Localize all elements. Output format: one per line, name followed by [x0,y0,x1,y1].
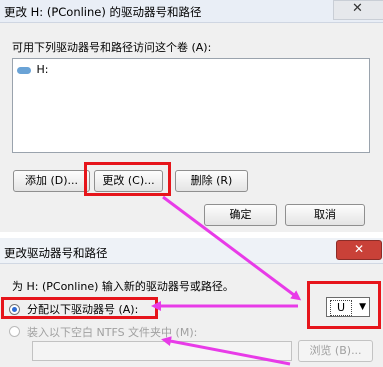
dialog-title: 更改 H: (PConline) 的驱动器号和路径 [4,5,202,19]
mount-folder-radio[interactable] [9,326,20,337]
close-icon: ✕ [352,1,363,16]
drive-icon [17,66,31,74]
close-button[interactable]: ✕ [333,0,383,20]
change-button[interactable]: 更改 (C)... [94,170,163,192]
change-drive-letter-dialog: 更改 H: (PConline) 的驱动器号和路径 ✕ 可用下列驱动器号和路径访… [0,0,383,232]
list-item-label: H: [36,63,49,76]
close-icon: ✕ [354,242,365,256]
dialog-title: 更改驱动器号和路径 [4,246,108,260]
cancel-button[interactable]: 取消 [285,204,365,226]
assign-letter-label[interactable]: 分配以下驱动器号 (A): [27,301,138,317]
drive-letter-value: U [330,300,352,316]
folder-path-input[interactable] [32,341,292,361]
list-item[interactable]: H: [17,63,48,77]
add-button[interactable]: 添加 (D)... [13,170,90,192]
ok-button[interactable]: 确定 [204,204,277,226]
instruction-text: 为 H: (PConline) 输入新的驱动器号或路径。 [12,280,234,293]
drive-letter-select[interactable]: U ▼ [326,297,370,317]
assign-letter-radio[interactable] [9,304,20,315]
title-bar: 更改驱动器号和路径 ✕ [0,238,383,264]
access-label: 可用下列驱动器号和路径访问这个卷 (A): [12,41,212,54]
mount-folder-label[interactable]: 装入以下空白 NTFS 文件夹中 (M): [27,324,197,340]
chevron-down-icon: ▼ [359,302,366,312]
delete-button[interactable]: 删除 (R) [175,170,248,192]
title-bar: 更改 H: (PConline) 的驱动器号和路径 ✕ [0,0,383,23]
close-button[interactable]: ✕ [336,240,382,260]
browse-button[interactable]: 浏览 (B)... [298,340,373,362]
change-drive-letter-subdialog: 更改驱动器号和路径 ✕ 为 H: (PConline) 输入新的驱动器号或路径。… [0,238,383,367]
drive-path-list[interactable]: H: [12,58,370,153]
